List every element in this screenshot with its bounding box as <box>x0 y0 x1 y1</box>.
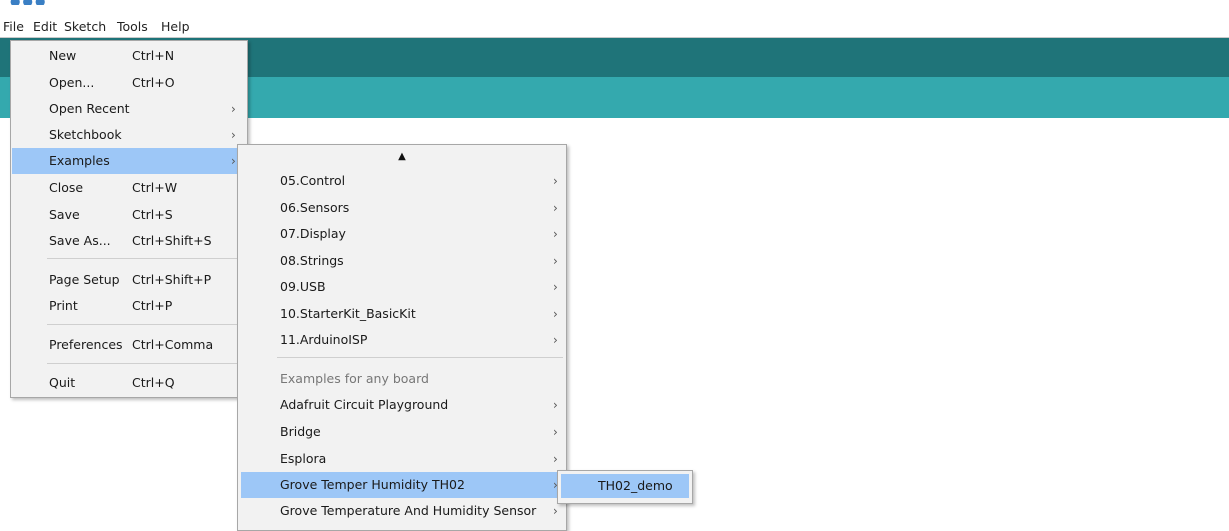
menu-item-shortcut: Ctrl+Shift+S <box>132 233 212 248</box>
menu-item-shortcut: Ctrl+Comma <box>132 337 214 352</box>
file-menu-sketchbook[interactable]: Sketchbook › <box>12 122 245 148</box>
file-menu-examples[interactable]: Examples › <box>12 148 245 174</box>
menu-item-shortcut: Ctrl+W <box>132 180 178 195</box>
menu-item-shortcut: Ctrl+Q <box>132 375 175 390</box>
menu-item-label: Preferences <box>49 337 123 352</box>
scroll-up-arrow-icon[interactable]: ▲ <box>238 151 566 162</box>
menu-item-label: Page Setup <box>49 272 120 287</box>
file-menu: New Ctrl+N Open... Ctrl+O Open Recent › … <box>10 40 248 398</box>
menu-item-shortcut: Ctrl+S <box>132 207 173 222</box>
menu-item-label: Adafruit Circuit Playground <box>280 397 449 412</box>
menu-item-label: Save As... <box>49 233 111 248</box>
chevron-right-icon: › <box>553 425 558 439</box>
examples-item-bridge[interactable]: Bridge › <box>241 419 564 445</box>
chevron-right-icon: › <box>553 174 558 188</box>
menu-item-shortcut: Ctrl+Shift+P <box>132 272 212 287</box>
menu-item-label: 10.StarterKit_BasicKit <box>280 306 416 321</box>
th02-submenu: TH02_demo <box>557 470 693 504</box>
file-menu-print[interactable]: Print Ctrl+P <box>12 293 245 319</box>
menu-edit[interactable]: Edit <box>33 19 57 34</box>
menu-item-shortcut: Ctrl+O <box>132 75 175 90</box>
menu-item-label: Save <box>49 207 80 222</box>
th02-item-th02-demo[interactable]: TH02_demo <box>561 474 689 498</box>
menu-file[interactable]: File <box>3 19 24 34</box>
menu-item-label: Esplora <box>280 451 327 466</box>
chevron-right-icon: › <box>231 128 236 142</box>
menu-item-shortcut: Ctrl+N <box>132 48 175 63</box>
chevron-right-icon: › <box>553 227 558 241</box>
menu-separator <box>47 324 243 325</box>
menu-item-label: Grove Temper Humidity TH02 <box>280 477 465 492</box>
examples-item-grove-temperature-humidity-sensor[interactable]: Grove Temperature And Humidity Sensor › <box>241 498 564 524</box>
menu-item-label: 07.Display <box>280 226 346 241</box>
menu-item-label: 06.Sensors <box>280 200 350 215</box>
menu-item-label: 08.Strings <box>280 253 344 268</box>
menu-item-label: Sketchbook <box>49 127 122 142</box>
examples-item-adafruit-circuit-playground[interactable]: Adafruit Circuit Playground › <box>241 392 564 418</box>
examples-submenu: ▲ 05.Control › 06.Sensors › 07.Display ›… <box>237 144 567 531</box>
menu-item-shortcut: Ctrl+P <box>132 298 173 313</box>
chevron-right-icon: › <box>553 333 558 347</box>
examples-item-esplora[interactable]: Esplora › <box>241 446 564 472</box>
examples-group-header: Examples for any board <box>241 366 564 392</box>
menu-separator <box>47 258 243 259</box>
menu-tools[interactable]: Tools <box>117 19 148 34</box>
file-menu-preferences[interactable]: Preferences Ctrl+Comma <box>12 332 245 358</box>
menu-bar: File Edit Sketch Tools Help <box>0 16 1229 38</box>
menu-item-label: Grove Temperature And Humidity Sensor <box>280 503 537 518</box>
file-menu-page-setup[interactable]: Page Setup Ctrl+Shift+P <box>12 267 245 293</box>
chevron-right-icon: › <box>231 102 236 116</box>
examples-item-08-strings[interactable]: 08.Strings › <box>241 248 564 274</box>
menu-separator <box>47 363 243 364</box>
chevron-right-icon: › <box>553 307 558 321</box>
chevron-right-icon: › <box>553 398 558 412</box>
chevron-right-icon: › <box>553 201 558 215</box>
examples-item-09-usb[interactable]: 09.USB › <box>241 274 564 300</box>
group-header-label: Examples for any board <box>280 371 429 386</box>
menu-separator <box>277 357 563 358</box>
menu-item-label: Close <box>49 180 84 195</box>
menu-item-label: New <box>49 48 77 63</box>
menu-item-label: TH02_demo <box>598 478 673 493</box>
menu-help[interactable]: Help <box>161 19 190 34</box>
file-menu-open-recent[interactable]: Open Recent › <box>12 96 245 122</box>
menu-item-label: Quit <box>49 375 76 390</box>
chevron-right-icon: › <box>553 254 558 268</box>
menu-item-label: Open... <box>49 75 95 90</box>
menu-item-label: Print <box>49 298 78 313</box>
menu-item-label: 11.ArduinoISP <box>280 332 368 347</box>
chevron-right-icon: › <box>231 154 236 168</box>
examples-item-06-sensors[interactable]: 06.Sensors › <box>241 195 564 221</box>
chevron-right-icon: › <box>553 452 558 466</box>
file-menu-open[interactable]: Open... Ctrl+O <box>12 70 245 96</box>
examples-item-10-starterkit[interactable]: 10.StarterKit_BasicKit › <box>241 301 564 327</box>
menu-item-label: Bridge <box>280 424 321 439</box>
menu-item-label: Examples <box>49 153 110 168</box>
file-menu-new[interactable]: New Ctrl+N <box>12 43 245 69</box>
menu-item-label: 05.Control <box>280 173 346 188</box>
file-menu-save[interactable]: Save Ctrl+S <box>12 202 245 228</box>
file-menu-close[interactable]: Close Ctrl+W <box>12 175 245 201</box>
examples-item-05-control[interactable]: 05.Control › <box>241 168 564 194</box>
examples-item-07-display[interactable]: 07.Display › <box>241 221 564 247</box>
menu-item-label: 09.USB <box>280 279 326 294</box>
menu-item-label: Open Recent <box>49 101 130 116</box>
menu-sketch[interactable]: Sketch <box>64 19 106 34</box>
window-title-fragment: ●●● ● <box>10 0 50 5</box>
file-menu-quit[interactable]: Quit Ctrl+Q <box>12 370 245 396</box>
chevron-right-icon: › <box>553 280 558 294</box>
examples-item-grove-temper-humidity-th02[interactable]: Grove Temper Humidity TH02 › <box>241 472 564 498</box>
file-menu-save-as[interactable]: Save As... Ctrl+Shift+S <box>12 228 245 254</box>
examples-item-11-arduinoisp[interactable]: 11.ArduinoISP › <box>241 327 564 353</box>
